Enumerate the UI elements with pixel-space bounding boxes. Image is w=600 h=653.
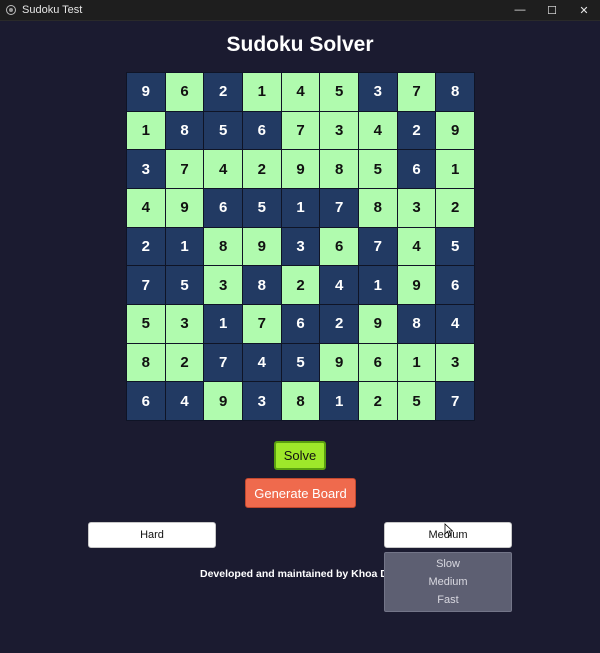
board-cell[interactable]: 9 bbox=[281, 150, 320, 188]
board-cell[interactable]: 7 bbox=[397, 73, 436, 111]
board-cell[interactable]: 4 bbox=[320, 266, 358, 304]
board-cell[interactable]: 9 bbox=[397, 266, 436, 304]
board-cell[interactable]: 8 bbox=[397, 305, 436, 343]
board-cell[interactable]: 6 bbox=[436, 266, 474, 304]
sudoku-board: 9621453781856734293742985614965178322189… bbox=[126, 72, 475, 421]
board-cell[interactable]: 7 bbox=[127, 266, 165, 304]
board-cell[interactable]: 4 bbox=[397, 227, 436, 266]
board-cell[interactable]: 6 bbox=[359, 343, 397, 382]
maximize-button[interactable]: ☐ bbox=[536, 0, 568, 20]
speed-option-slow[interactable]: Slow bbox=[385, 558, 511, 570]
generate-board-button[interactable]: Generate Board bbox=[245, 478, 356, 508]
board-cell[interactable]: 9 bbox=[436, 111, 474, 150]
board-cell[interactable]: 3 bbox=[281, 227, 320, 266]
board-cell[interactable]: 7 bbox=[320, 189, 358, 227]
speed-option-fast[interactable]: Fast bbox=[385, 594, 511, 606]
board-cell[interactable]: 5 bbox=[204, 111, 242, 150]
board-cell[interactable]: 1 bbox=[397, 343, 436, 382]
board-cell[interactable]: 2 bbox=[127, 227, 165, 266]
board-cell[interactable]: 1 bbox=[204, 305, 242, 343]
board-cell[interactable]: 2 bbox=[436, 189, 474, 227]
board-cell[interactable]: 7 bbox=[436, 382, 474, 420]
speed-option-medium[interactable]: Medium bbox=[385, 576, 511, 588]
board-cell[interactable]: 5 bbox=[281, 343, 320, 382]
board-cell[interactable]: 4 bbox=[204, 150, 242, 188]
board-cell[interactable]: 5 bbox=[165, 266, 204, 304]
board-cell[interactable]: 3 bbox=[165, 305, 204, 343]
board-cell[interactable]: 6 bbox=[165, 73, 204, 111]
board-cell[interactable]: 4 bbox=[281, 73, 320, 111]
board-cell[interactable]: 5 bbox=[436, 227, 474, 266]
board-cell[interactable]: 3 bbox=[359, 73, 397, 111]
board-cell[interactable]: 6 bbox=[320, 227, 358, 266]
board-cell[interactable]: 2 bbox=[243, 150, 281, 188]
board-cell[interactable]: 3 bbox=[436, 343, 474, 382]
board-cell[interactable]: 5 bbox=[243, 189, 281, 227]
board-cell[interactable]: 6 bbox=[204, 189, 242, 227]
board-cell[interactable]: 8 bbox=[243, 266, 281, 304]
board-cell[interactable]: 3 bbox=[320, 111, 358, 150]
board-cell[interactable]: 2 bbox=[165, 343, 204, 382]
window-title: Sudoku Test bbox=[22, 4, 83, 16]
mouse-cursor-icon bbox=[444, 523, 454, 537]
board-cell[interactable]: 2 bbox=[359, 382, 397, 420]
board-cell[interactable]: 1 bbox=[281, 189, 320, 227]
board-cell[interactable]: 6 bbox=[127, 382, 165, 420]
board-cell[interactable]: 8 bbox=[165, 111, 204, 150]
board-cell[interactable]: 6 bbox=[243, 111, 281, 150]
board-cell[interactable]: 2 bbox=[204, 73, 242, 111]
board-cell[interactable]: 3 bbox=[127, 150, 165, 188]
board-cell[interactable]: 1 bbox=[243, 73, 281, 111]
board-cell[interactable]: 9 bbox=[204, 382, 242, 420]
board-cell[interactable]: 4 bbox=[165, 382, 204, 420]
board-cell[interactable]: 7 bbox=[281, 111, 320, 150]
board-cell[interactable]: 4 bbox=[127, 189, 165, 227]
board-cell[interactable]: 2 bbox=[281, 266, 320, 304]
window-titlebar: Sudoku Test — ☐ ✕ bbox=[0, 0, 600, 21]
board-cell[interactable]: 1 bbox=[165, 227, 204, 266]
board-cell[interactable]: 4 bbox=[243, 343, 281, 382]
board-cell[interactable]: 7 bbox=[359, 227, 397, 266]
board-cell[interactable]: 2 bbox=[397, 111, 436, 150]
board-cell[interactable]: 9 bbox=[127, 73, 165, 111]
board-cell[interactable]: 5 bbox=[127, 305, 165, 343]
board-cell[interactable]: 7 bbox=[204, 343, 242, 382]
board-cell[interactable]: 4 bbox=[359, 111, 397, 150]
board-cell[interactable]: 7 bbox=[243, 305, 281, 343]
board-cell[interactable]: 8 bbox=[281, 382, 320, 420]
app-icon bbox=[6, 5, 16, 15]
difficulty-select[interactable]: Hard bbox=[88, 522, 216, 548]
board-cell[interactable]: 2 bbox=[320, 305, 358, 343]
board-cell[interactable]: 8 bbox=[320, 150, 358, 188]
board-cell[interactable]: 7 bbox=[165, 150, 204, 188]
board-cell[interactable]: 1 bbox=[436, 150, 474, 188]
speed-dropdown-menu: Slow Medium Fast bbox=[384, 552, 512, 612]
solve-button[interactable]: Solve bbox=[274, 441, 326, 470]
board-cell[interactable]: 1 bbox=[127, 111, 165, 150]
board-cell[interactable]: 8 bbox=[359, 189, 397, 227]
board-cell[interactable]: 9 bbox=[320, 343, 358, 382]
board-cell[interactable]: 4 bbox=[436, 305, 474, 343]
board-cell[interactable]: 9 bbox=[243, 227, 281, 266]
footer-text: Developed and maintained by Khoa Doan bbox=[200, 568, 407, 580]
board-cell[interactable]: 9 bbox=[359, 305, 397, 343]
board-cell[interactable]: 8 bbox=[436, 73, 474, 111]
close-button[interactable]: ✕ bbox=[568, 0, 600, 20]
page-title: Sudoku Solver bbox=[226, 33, 374, 56]
board-cell[interactable]: 5 bbox=[397, 382, 436, 420]
board-cell[interactable]: 6 bbox=[397, 150, 436, 188]
board-cell[interactable]: 3 bbox=[397, 189, 436, 227]
minimize-button[interactable]: — bbox=[504, 0, 536, 20]
board-cell[interactable]: 9 bbox=[165, 189, 204, 227]
board-cell[interactable]: 6 bbox=[281, 305, 320, 343]
board-cell[interactable]: 1 bbox=[320, 382, 358, 420]
board-cell[interactable]: 5 bbox=[359, 150, 397, 188]
board-cell[interactable]: 3 bbox=[204, 266, 242, 304]
board-cell[interactable]: 8 bbox=[204, 227, 242, 266]
board-cell[interactable]: 5 bbox=[320, 73, 358, 111]
board-cell[interactable]: 8 bbox=[127, 343, 165, 382]
board-cell[interactable]: 1 bbox=[359, 266, 397, 304]
window-controls: — ☐ ✕ bbox=[504, 0, 600, 20]
board-cell[interactable]: 3 bbox=[243, 382, 281, 420]
